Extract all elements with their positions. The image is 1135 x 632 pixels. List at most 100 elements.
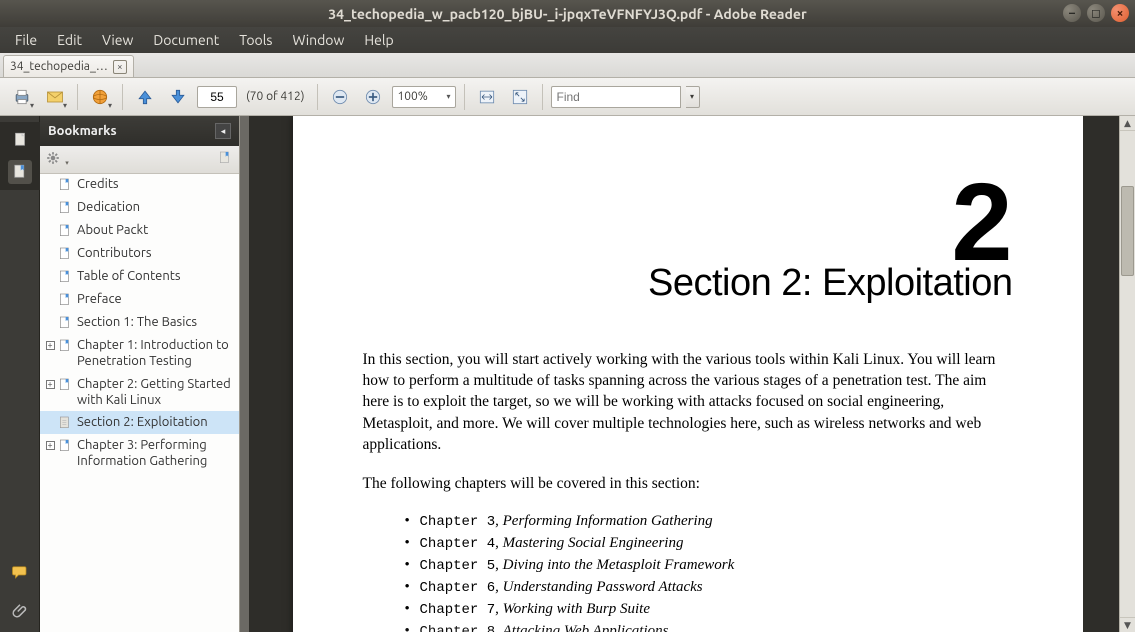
attachments-panel-button[interactable]	[8, 598, 32, 622]
menu-help[interactable]: Help	[355, 29, 402, 51]
zoom-in-button[interactable]	[359, 83, 387, 111]
vertical-scrollbar[interactable]: ▲ ▼	[1119, 116, 1135, 632]
page-total-label: (70 of 412)	[242, 90, 309, 103]
expand-toggle[interactable]: +	[44, 339, 56, 352]
chapter-list-item: Chapter 5, Diving into the Metasploit Fr…	[421, 557, 1013, 574]
bookmark-page-icon	[57, 223, 73, 239]
bookmark-label: About Packt	[77, 222, 235, 238]
bookmark-label: Dedication	[77, 199, 235, 215]
bookmark-item[interactable]: Contributors	[40, 242, 239, 265]
scroll-down-button[interactable]: ▼	[1120, 617, 1135, 632]
bookmark-label: Credits	[77, 176, 235, 192]
bookmarks-title: Bookmarks	[48, 124, 117, 138]
expand-toggle[interactable]: +	[44, 439, 56, 452]
bookmark-page-icon	[57, 377, 73, 393]
collab-button[interactable]	[86, 83, 114, 111]
bookmark-item[interactable]: Dedication	[40, 196, 239, 219]
close-button[interactable]: ×	[1111, 4, 1129, 22]
bookmark-item[interactable]: Credits	[40, 176, 239, 196]
bookmark-page-icon	[57, 246, 73, 262]
collapse-panel-button[interactable]: ◂	[215, 123, 231, 139]
chapter-word: Chapter	[420, 514, 487, 530]
fit-page-button[interactable]	[506, 83, 534, 111]
chapter-list: Chapter 3, Performing Information Gather…	[363, 513, 1013, 632]
menu-tools[interactable]: Tools	[230, 29, 281, 51]
menu-file[interactable]: File	[6, 29, 46, 51]
bookmark-label: Section 2: Exploitation	[77, 414, 235, 430]
bookmark-item[interactable]: About Packt	[40, 219, 239, 242]
bookmark-go-icon	[217, 150, 233, 166]
bookmark-label: Chapter 3: Performing Information Gather…	[77, 437, 235, 470]
intro-paragraph-2: The following chapters will be covered i…	[363, 473, 1013, 494]
bookmarks-list[interactable]: Credits Dedication About Packt Contributors…	[40, 174, 239, 632]
fit-page-icon	[510, 87, 530, 107]
menu-window[interactable]: Window	[283, 29, 353, 51]
minus-icon	[330, 87, 350, 107]
chapter-word: Chapter	[420, 536, 487, 552]
menu-view[interactable]: View	[93, 29, 142, 51]
chapter-list-item: Chapter 6, Understanding Password Attack…	[421, 579, 1013, 596]
bookmark-item[interactable]: Table of Contents	[40, 265, 239, 288]
bookmarks-options-button[interactable]	[46, 151, 69, 168]
chapter-number: 5	[487, 558, 495, 574]
intro-paragraph: In this section, you will start actively…	[363, 349, 1013, 456]
globe-icon	[90, 87, 110, 107]
goto-bookmark-button[interactable]	[217, 150, 233, 169]
bookmark-label: Section 1: The Basics	[77, 314, 235, 330]
chapter-title: Working with Burp Suite	[503, 601, 650, 617]
chapter-title: Attacking Web Applications	[503, 623, 669, 632]
chapter-word: Chapter	[420, 558, 487, 574]
bookmark-item[interactable]: +Chapter 2: Getting Started with Kali Li…	[40, 373, 239, 412]
bookmark-page-icon	[57, 200, 73, 216]
bookmark-item[interactable]: + Chapter 3: Performing Information Gathe…	[40, 434, 239, 473]
menu-edit[interactable]: Edit	[48, 29, 91, 51]
fit-width-icon	[477, 87, 497, 107]
page-view[interactable]: 2 Section 2: Exploitation In this sectio…	[240, 116, 1135, 632]
chapter-word: Chapter	[420, 580, 487, 596]
bookmark-page-icon	[57, 338, 73, 354]
pages-panel-button[interactable]	[8, 128, 32, 152]
expand-toggle[interactable]: +	[44, 378, 56, 391]
envelope-icon	[45, 87, 65, 107]
toolbar-separator	[122, 84, 123, 110]
minimize-button[interactable]: –	[1063, 4, 1081, 22]
toolbar-separator	[542, 84, 543, 110]
prev-page-button[interactable]	[131, 83, 159, 111]
find-dropdown[interactable]: ▾	[686, 86, 700, 108]
bookmark-page-icon	[57, 292, 73, 308]
bookmark-item[interactable]: Section 2: Exploitation	[40, 411, 239, 434]
tab-close-button[interactable]: ×	[113, 60, 127, 74]
comments-panel-button[interactable]	[8, 560, 32, 584]
zoom-select[interactable]: 100%	[392, 86, 456, 108]
page-number-input[interactable]	[197, 86, 237, 108]
print-button[interactable]	[8, 83, 36, 111]
zoom-out-button[interactable]	[326, 83, 354, 111]
chapter-title: Performing Information Gathering	[503, 513, 713, 529]
bookmark-page-icon	[57, 438, 73, 454]
chapter-number: 3	[487, 514, 495, 530]
bookmark-item[interactable]: +Chapter 1: Introduction to Penetration …	[40, 334, 239, 373]
bookmark-item[interactable]: Preface	[40, 288, 239, 311]
chapter-title: Mastering Social Engineering	[503, 535, 684, 551]
bookmark-label: Contributors	[77, 245, 235, 261]
bookmark-item[interactable]: Section 1: The Basics	[40, 311, 239, 334]
find-input[interactable]	[551, 86, 681, 108]
paperclip-icon	[11, 601, 29, 619]
fit-width-button[interactable]	[473, 83, 501, 111]
menu-document[interactable]: Document	[144, 29, 228, 51]
bookmark-page-icon	[57, 177, 73, 193]
chapter-word: Chapter	[420, 602, 487, 618]
scroll-up-button[interactable]: ▲	[1120, 116, 1135, 131]
plus-icon	[363, 87, 383, 107]
next-page-button[interactable]	[164, 83, 192, 111]
email-button[interactable]	[41, 83, 69, 111]
document-tab[interactable]: 34_techopedia_… ×	[3, 55, 134, 77]
maximize-button[interactable]: ◻	[1087, 4, 1105, 22]
scroll-thumb[interactable]	[1121, 186, 1134, 276]
chapter-list-item: Chapter 4, Mastering Social Engineering	[421, 535, 1013, 552]
bookmarks-panel-button[interactable]	[8, 160, 32, 184]
gear-icon	[46, 151, 60, 165]
chapter-list-item: Chapter 8, Attacking Web Applications	[421, 623, 1013, 632]
toolbar: (70 of 412) 100% ▾	[0, 78, 1135, 116]
window-controls: – ◻ ×	[1063, 4, 1129, 22]
